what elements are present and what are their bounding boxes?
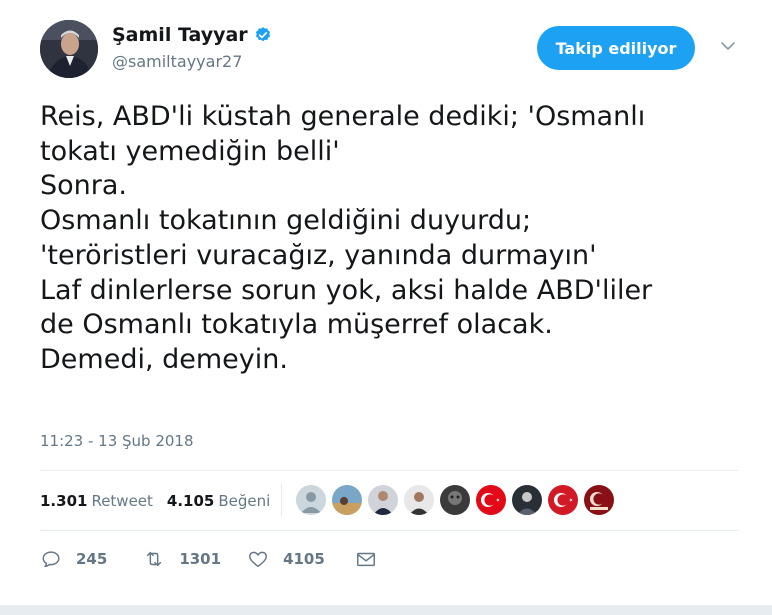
chevron-down-icon[interactable]: [720, 40, 736, 52]
divider: [40, 530, 738, 531]
tweet-text-line: Laf dinlerlerse sorun yok, aksi halde AB…: [40, 274, 653, 306]
liker-avatar[interactable]: [584, 485, 614, 515]
tweet-text: Reis, ABD'li küstah generale dediki; 'Os…: [40, 100, 740, 378]
reply-count: 245: [76, 550, 108, 568]
retweet-label[interactable]: Retweet: [91, 492, 152, 510]
verified-badge-icon: [255, 27, 270, 42]
like-label[interactable]: Beğeni: [218, 492, 270, 510]
bottom-border: [0, 605, 772, 615]
retweet-button[interactable]: 1301: [143, 548, 221, 570]
divider: [40, 470, 738, 471]
liker-avatar[interactable]: [512, 485, 542, 515]
retweet-action-count: 1301: [179, 550, 222, 568]
likers-avatars: [296, 485, 620, 515]
tweet-actions: 245 1301 4105: [40, 546, 377, 572]
reply-icon: [42, 551, 60, 568]
liker-avatar[interactable]: [332, 485, 362, 515]
following-button[interactable]: Takip ediliyor: [537, 26, 695, 70]
user-name-row[interactable]: Şamil Tayyar: [112, 24, 272, 46]
tweet-text-line: Reis, ABD'li küstah generale dediki; 'Os…: [40, 101, 646, 132]
user-handle[interactable]: @samiltayyar27: [112, 52, 242, 71]
retweet-count[interactable]: 1.301: [40, 492, 87, 510]
tweet-text-line: Osmanlı tokatının geldiğini duyurdu;: [40, 205, 532, 237]
liker-avatar[interactable]: [368, 485, 398, 515]
like-count[interactable]: 4.105: [167, 492, 214, 510]
like-button[interactable]: 4105: [247, 548, 325, 570]
tweet-stats: 1.301 Retweet 4.105 Beğeni: [40, 488, 270, 514]
liker-avatar[interactable]: [440, 485, 470, 515]
avatar-image: [40, 20, 98, 78]
liker-avatar[interactable]: [296, 485, 326, 515]
retweet-icon: [147, 551, 162, 567]
tweet-text-line: de Osmanlı tokatıyla müşerref olacak.: [40, 309, 553, 341]
tweet-text-line: Demedi, demeyin.: [40, 343, 288, 375]
tweet-timestamp[interactable]: 11:23 - 13 Şub 2018: [40, 432, 194, 450]
tweet-card: Şamil Tayyar @samiltayyar27 Takip ediliy…: [0, 0, 772, 615]
liker-avatar[interactable]: [548, 485, 578, 515]
liker-avatar[interactable]: [404, 485, 434, 515]
display-name[interactable]: Şamil Tayyar: [112, 24, 248, 46]
stats-separator: [281, 484, 282, 516]
tweet-text-line: Sonra.: [40, 170, 127, 202]
envelope-icon: [356, 552, 375, 567]
tweet-text-line: tokatı yemediğin belli': [40, 135, 340, 167]
like-action-count: 4105: [283, 550, 325, 568]
direct-message-button[interactable]: [355, 548, 377, 570]
reply-button[interactable]: 245: [40, 548, 107, 570]
heart-icon: [249, 551, 268, 568]
tweet-text-line: 'teröristleri vuracağız, yanında durmayı…: [40, 239, 597, 271]
avatar[interactable]: [40, 20, 98, 78]
liker-avatar[interactable]: [476, 485, 506, 515]
